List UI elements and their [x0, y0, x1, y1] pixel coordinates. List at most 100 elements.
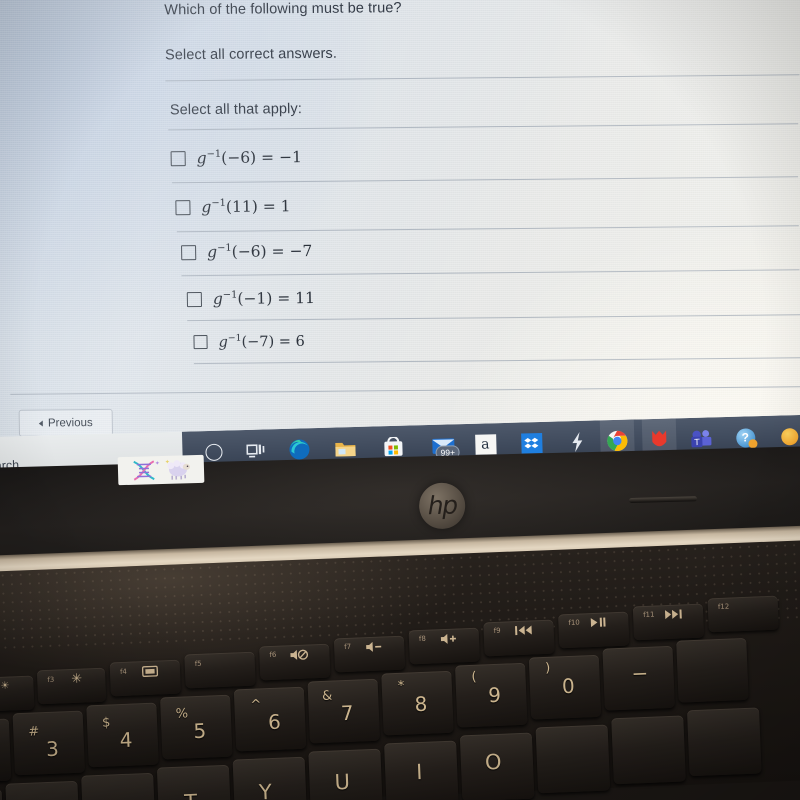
volume-down-icon — [365, 640, 384, 656]
lightning-icon[interactable] — [566, 431, 589, 454]
key-f10[interactable]: f10 — [558, 611, 630, 649]
dropbox-icon[interactable] — [520, 432, 543, 455]
choice-4-expression: g−1(−1) = 11 — [212, 289, 316, 309]
file-explorer-icon[interactable] — [334, 437, 357, 460]
checkbox-choice-2[interactable] — [175, 199, 191, 216]
key-f5[interactable]: f5 — [184, 651, 256, 689]
key-3-symbol: # — [28, 724, 40, 740]
choice-row[interactable]: g−1(−6) = −7 — [181, 242, 313, 262]
key-8-symbol: * — [397, 678, 405, 694]
google-chrome-icon[interactable] — [606, 430, 629, 453]
divider — [172, 176, 799, 184]
key-f9[interactable]: f9 — [483, 619, 555, 657]
previous-button[interactable]: Previous — [18, 408, 114, 437]
key-5-symbol: % — [175, 706, 189, 722]
weather-sun-icon[interactable] — [778, 425, 800, 448]
key-I-letter: I — [415, 759, 423, 785]
quiz-page: Which of the following must be true? Sel… — [0, 0, 800, 437]
checkbox-choice-3[interactable] — [181, 244, 197, 261]
key-9-symbol: ( — [471, 669, 477, 685]
key-f10-label: f10 — [568, 618, 580, 628]
key-f12-label: f12 — [717, 602, 730, 611]
key-minus[interactable]: − — [602, 645, 675, 711]
key-T[interactable]: T — [156, 764, 232, 800]
svg-text:T: T — [693, 438, 700, 448]
volume-up-icon — [440, 632, 461, 648]
checkbox-choice-4[interactable] — [186, 291, 203, 307]
amazon-icon[interactable]: a — [474, 433, 497, 456]
checkbox-choice-5[interactable] — [193, 335, 208, 350]
key-4-symbol: $ — [101, 715, 111, 731]
sheep-sticker: ✦ — [165, 459, 191, 480]
key-bracket-left[interactable] — [611, 715, 686, 785]
choice-2-expression: g−1(11) = 1 — [201, 197, 291, 217]
previous-button-label: Previous — [47, 416, 93, 429]
key-2[interactable]: 2 — [0, 718, 12, 784]
key-f6[interactable]: f6 — [259, 643, 331, 681]
key-8-digit: 8 — [414, 691, 428, 717]
svg-text:✦: ✦ — [165, 459, 170, 466]
key-f7-label: f7 — [344, 642, 352, 652]
key-f3[interactable]: f3 ✳ — [36, 667, 107, 705]
cortana-icon[interactable] — [202, 441, 225, 464]
shield-icon[interactable] — [648, 428, 671, 451]
key-9[interactable]: ( 9 — [455, 662, 528, 728]
key-7[interactable]: & 7 — [307, 678, 380, 744]
laptop-keyboard: f2 ☀ f3 ✳ f4 f5 f6 f7 f — [0, 565, 800, 800]
microsoft-edge-icon[interactable] — [288, 438, 311, 461]
checkbox-choice-1[interactable] — [170, 150, 186, 167]
choice-1-expression: g−1(−6) = −1 — [196, 148, 303, 168]
question-stem: Which of the following must be true? — [164, 0, 402, 19]
key-5-digit: 5 — [192, 718, 207, 744]
choice-row[interactable]: g−1(−6) = −1 — [170, 148, 303, 168]
sticker-group: ✦ ✦ — [117, 454, 205, 486]
divider — [187, 314, 800, 322]
divider — [181, 269, 800, 277]
key-3[interactable]: # 3 — [12, 710, 86, 776]
key-f5-label: f5 — [194, 659, 202, 669]
key-f8[interactable]: f8 — [408, 627, 480, 665]
help-icon[interactable]: ? — [734, 426, 758, 449]
key-7-digit: 7 — [340, 700, 355, 726]
key-f4[interactable]: f4 — [109, 659, 181, 697]
key-O[interactable]: O — [459, 732, 535, 800]
key-f11[interactable]: f11 — [632, 603, 705, 641]
key-f7[interactable]: f7 — [333, 635, 406, 673]
key-0-digit: 0 — [561, 673, 576, 699]
key-bracket-right[interactable] — [687, 707, 762, 777]
key-T-letter: T — [184, 790, 198, 800]
key-4[interactable]: $ 4 — [86, 702, 159, 768]
key-E[interactable]: E — [5, 780, 80, 800]
key-f6-label: f6 — [269, 650, 277, 660]
key-I[interactable]: I — [384, 740, 459, 800]
choice-3-expression: g−1(−6) = −7 — [207, 242, 313, 262]
key-5[interactable]: % 5 — [160, 694, 233, 760]
brightness-up-icon: ✳ — [70, 671, 83, 687]
key-f11-label: f11 — [642, 610, 655, 619]
key-8[interactable]: * 8 — [381, 670, 454, 736]
key-Y[interactable]: Y — [232, 756, 308, 800]
choice-row[interactable]: g−1(−1) = 11 — [186, 289, 316, 309]
key-U[interactable]: U — [308, 748, 383, 800]
microsoft-teams-icon[interactable]: T — [690, 427, 713, 450]
key-P[interactable] — [535, 724, 611, 794]
key-6[interactable]: ^ 6 — [233, 686, 307, 752]
previous-track-icon — [514, 624, 533, 639]
choice-row[interactable]: g−1(11) = 1 — [175, 197, 291, 217]
microsoft-store-icon[interactable] — [382, 436, 405, 459]
key-0-symbol: ) — [544, 660, 551, 676]
task-view-icon[interactable] — [244, 439, 267, 462]
key-equals[interactable] — [676, 637, 749, 703]
key-f2[interactable]: f2 ☀ — [0, 675, 35, 713]
key-0[interactable]: ) 0 — [528, 654, 602, 720]
key-f3-label: f3 — [47, 675, 55, 684]
key-W[interactable] — [0, 788, 5, 800]
key-minus-digit: − — [631, 660, 649, 686]
mail-icon[interactable]: 99+ — [428, 434, 461, 460]
hp-logo-text: hp — [427, 490, 457, 520]
key-7-symbol: & — [321, 688, 333, 704]
key-f12[interactable]: f12 — [707, 595, 779, 633]
key-f4-label: f4 — [119, 667, 128, 677]
choice-row[interactable]: g−1(−7) = 6 — [193, 333, 305, 351]
key-R[interactable]: R — [81, 772, 156, 800]
